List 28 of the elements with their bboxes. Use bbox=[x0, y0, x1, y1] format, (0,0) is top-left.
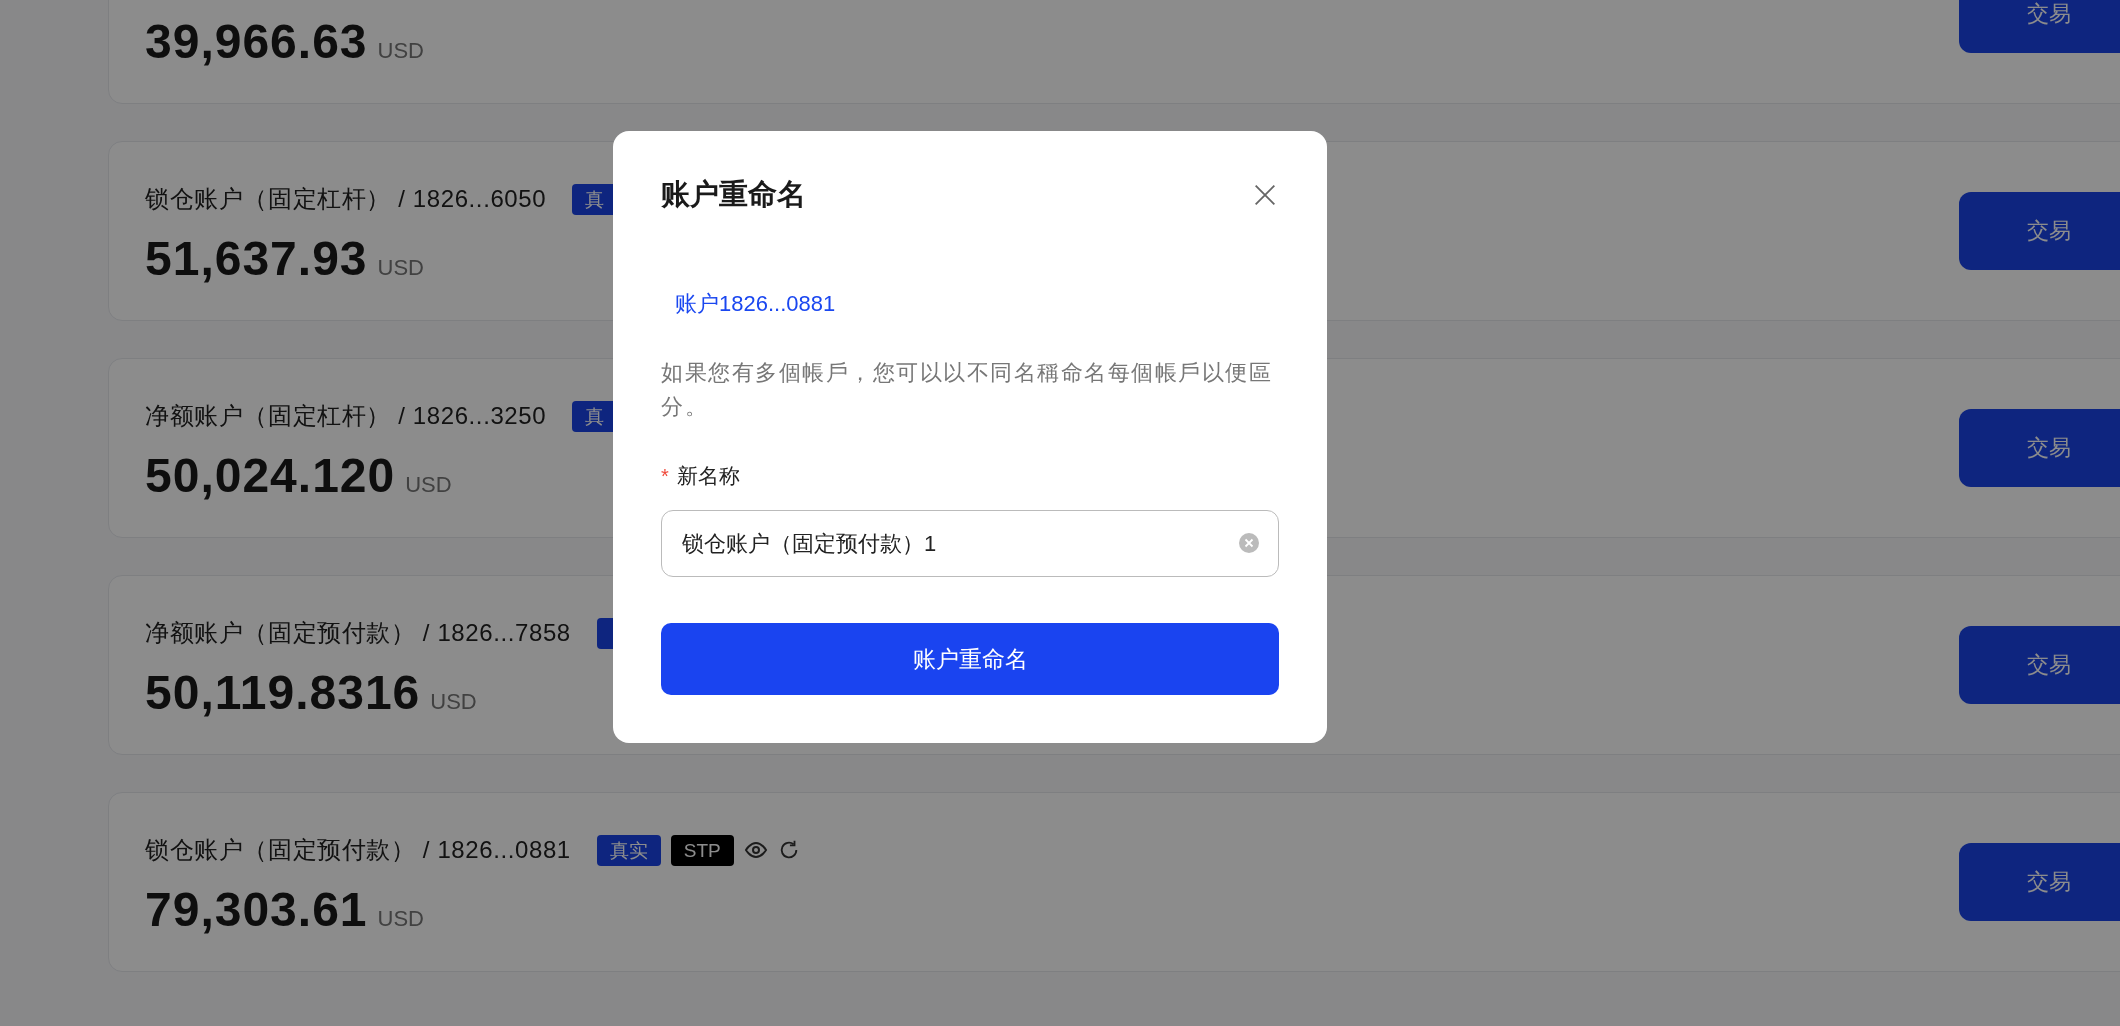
account-title: 净额账户（固定杠杆） / 1826...3250 bbox=[145, 401, 547, 431]
rename-button[interactable]: 账户重命名 bbox=[661, 623, 1279, 695]
balance-amount: 51,637.93 bbox=[145, 231, 368, 286]
currency-label: USD bbox=[377, 906, 424, 932]
dialog-title: 账户重命名 bbox=[661, 177, 806, 212]
trade-button[interactable]: 交易 bbox=[1959, 0, 2120, 53]
currency-label: USD bbox=[430, 689, 477, 715]
balance-amount: 50,119.8316 bbox=[145, 665, 421, 720]
account-title: 锁仓账户（固定杠杆） / 1826...6050 bbox=[145, 184, 547, 214]
currency-label: USD bbox=[405, 472, 452, 498]
dialog-description: 如果您有多個帳戶，您可以以不同名稱命名每個帳戶以便區分。 bbox=[661, 359, 1273, 421]
trade-button[interactable]: 交易 bbox=[1959, 626, 2120, 704]
required-mark: * bbox=[661, 464, 669, 488]
field-label: 新名称 bbox=[676, 463, 740, 489]
currency-label: USD bbox=[377, 38, 424, 64]
currency-label: USD bbox=[377, 255, 424, 281]
account-title: 锁仓账户（固定预付款） / 1826...0881 bbox=[145, 835, 571, 865]
account-tag: 真实 bbox=[596, 834, 661, 866]
name-input-field[interactable]: 锁仓账户（固定预付款）1 bbox=[661, 510, 1279, 577]
trade-button[interactable]: 交易 bbox=[1959, 409, 2120, 487]
account-tag: STP bbox=[670, 834, 734, 866]
account-title: 净额账户（固定预付款） / 1826...7858 bbox=[145, 618, 571, 648]
trade-button[interactable]: 交易 bbox=[1959, 192, 2120, 270]
balance-amount: 39,966.63 bbox=[145, 14, 368, 69]
trade-button[interactable]: 交易 bbox=[1959, 843, 2120, 921]
account-link[interactable]: 账户1826...0881 bbox=[675, 289, 836, 319]
balance-amount: 50,024.120 bbox=[145, 448, 396, 503]
balance-amount: 79,303.61 bbox=[145, 882, 368, 937]
